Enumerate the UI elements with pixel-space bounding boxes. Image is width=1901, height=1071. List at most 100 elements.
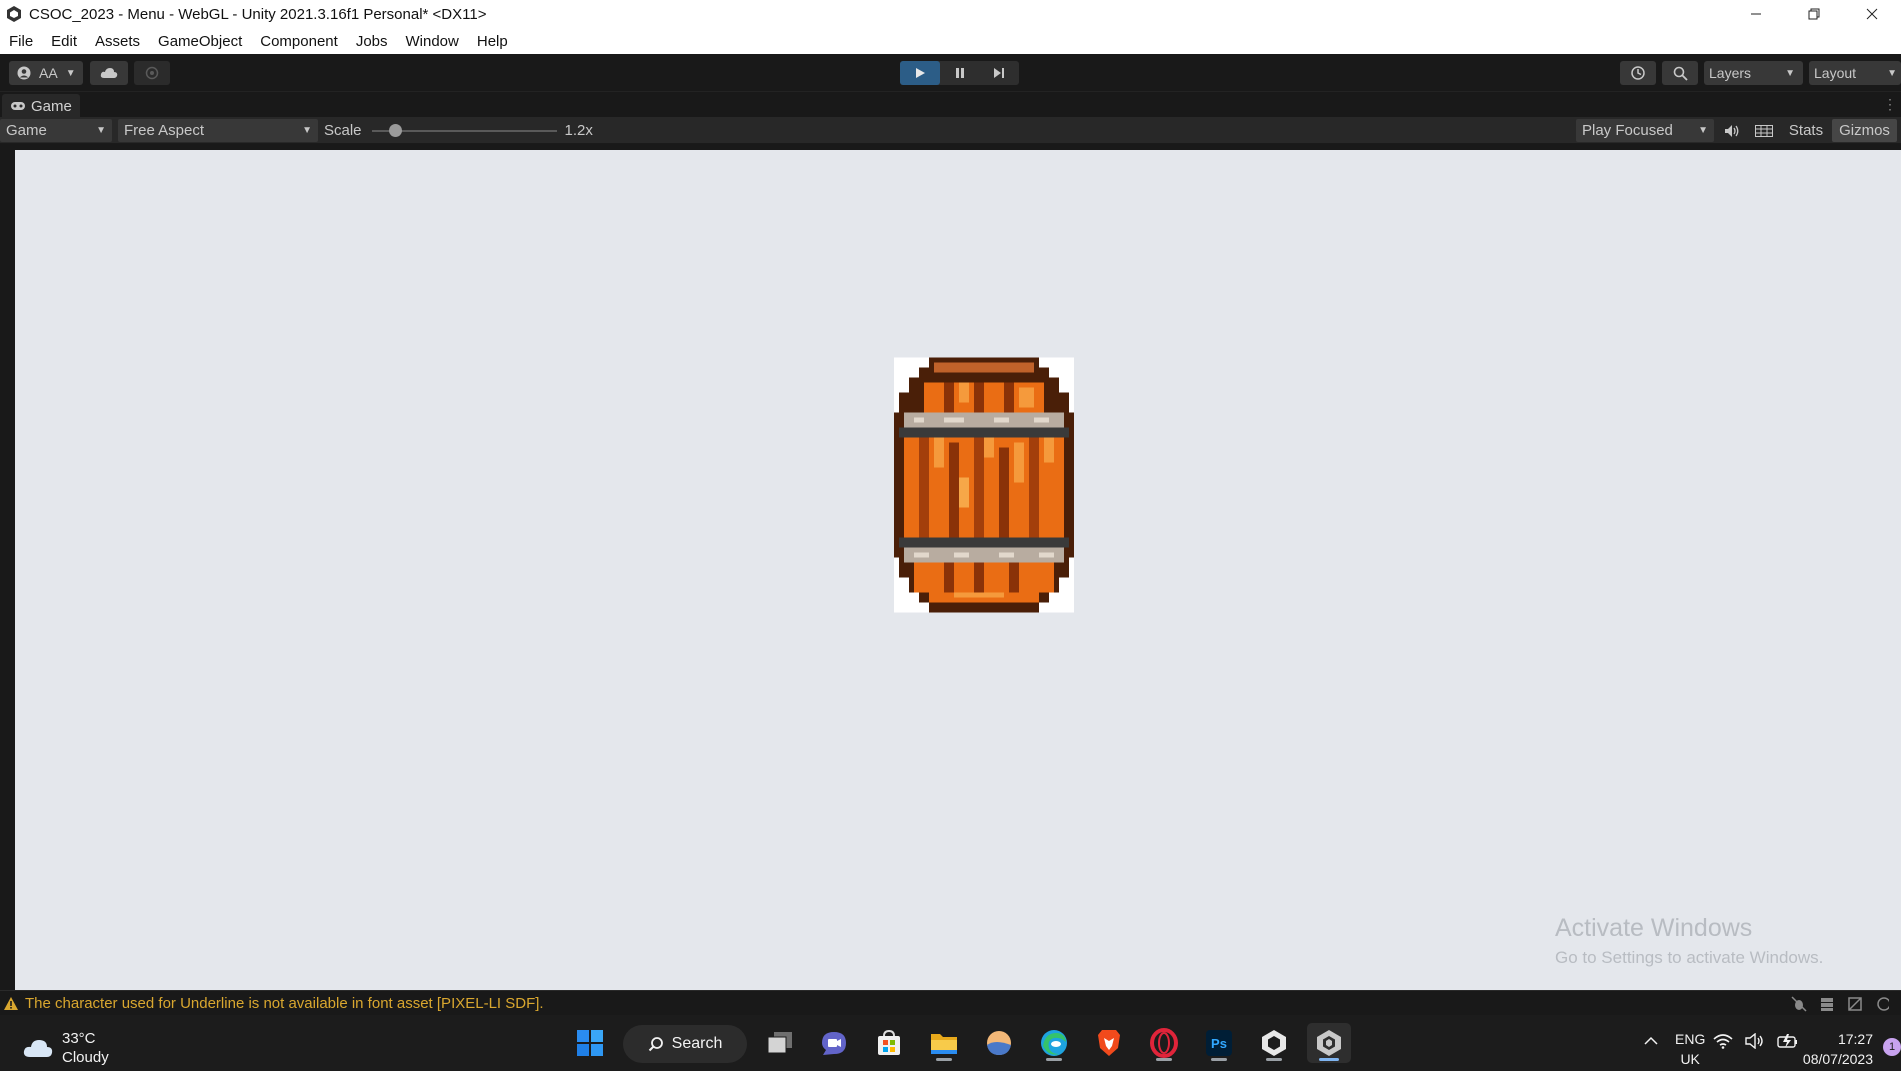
game-viewport[interactable]: Activate Windows Go to Settings to activ… [15, 150, 1901, 990]
game-view-toolbar: Game ▼ Free Aspect ▼ Scale 1.2x Play Foc… [0, 117, 1901, 144]
weather-widget[interactable]: 33°C Cloudy [22, 1029, 109, 1067]
volume-icon [1745, 1033, 1763, 1049]
tab-game[interactable]: Game [2, 94, 80, 118]
folder-icon [931, 1034, 957, 1054]
auto-generate-lighting-icon[interactable] [1847, 996, 1863, 1012]
search-button[interactable] [1662, 61, 1698, 85]
menu-window[interactable]: Window [397, 33, 468, 50]
scale-control: Scale 1.2x [324, 117, 593, 144]
language-region: UK [1680, 1051, 1700, 1067]
cloud-button[interactable] [90, 61, 128, 85]
cloud-weather-icon [23, 1040, 53, 1057]
chevron-down-icon: ▼ [1785, 67, 1795, 79]
account-dropdown[interactable]: AA ▼ [9, 61, 83, 85]
speaker-icon [1725, 124, 1739, 137]
collab-button[interactable] [134, 61, 170, 85]
cache-server-icon[interactable] [1819, 996, 1835, 1012]
chevron-up-icon[interactable] [1643, 1033, 1659, 1049]
opera-browser-button[interactable] [1142, 1023, 1186, 1063]
microsoft-store-button[interactable] [867, 1023, 911, 1063]
display-dropdown[interactable]: Game ▼ [0, 119, 112, 142]
kebab-menu-icon[interactable]: ⋮ [1883, 96, 1897, 113]
playmode-controls [900, 61, 1019, 85]
scale-slider-thumb[interactable] [388, 123, 402, 137]
teams-chat-button[interactable] [812, 1023, 856, 1063]
play-mode-dropdown[interactable]: Play Focused ▼ [1576, 119, 1714, 142]
unity-hub-button[interactable] [1252, 1023, 1296, 1063]
step-icon [994, 68, 1005, 78]
wifi-icon [1713, 1034, 1733, 1049]
running-indicator [936, 1058, 952, 1061]
watermark-title: Activate Windows [1555, 914, 1753, 942]
window-title-bar: CSOC_2023 - Menu - WebGL - Unity 2021.3.… [0, 0, 1901, 28]
aspect-dropdown[interactable]: Free Aspect ▼ [118, 119, 318, 142]
debug-icon[interactable] [1791, 995, 1807, 1012]
activate-windows-watermark: Activate Windows Go to Settings to activ… [1555, 914, 1823, 968]
menu-file[interactable]: File [0, 33, 42, 50]
close-button[interactable] [1843, 0, 1901, 28]
clock-time: 17:27 [1837, 1031, 1873, 1047]
menu-component[interactable]: Component [251, 33, 347, 50]
play-button[interactable] [900, 61, 940, 85]
svg-text:Ps: Ps [1211, 1036, 1227, 1051]
notification-badge[interactable]: 1 [1883, 1038, 1901, 1056]
menu-help[interactable]: Help [468, 33, 517, 50]
minimize-button[interactable] [1727, 0, 1785, 28]
menu-gameobject[interactable]: GameObject [149, 33, 251, 50]
scale-slider[interactable] [371, 123, 557, 137]
layout-dropdown[interactable]: Layout ▼ [1809, 61, 1901, 85]
photos-icon [987, 1031, 1011, 1055]
shortcuts-toggle[interactable] [1750, 119, 1778, 142]
windows-taskbar: 33°C Cloudy Search Ps ENG UK 17:27 08/07… [0, 1015, 1901, 1071]
gizmos-button[interactable]: Gizmos [1832, 119, 1897, 142]
photoshop-button[interactable]: Ps [1197, 1023, 1241, 1063]
history-icon [1631, 66, 1645, 80]
pause-button[interactable] [940, 61, 980, 85]
console-status-bar[interactable]: The character used for Underline is not … [0, 990, 1901, 1015]
running-indicator [1266, 1058, 1282, 1061]
menu-jobs[interactable]: Jobs [347, 33, 397, 50]
input-language[interactable]: ENG UK [1675, 1029, 1705, 1069]
play-icon [915, 68, 925, 78]
edge-browser-button[interactable] [1032, 1023, 1076, 1063]
quick-settings[interactable] [1713, 1033, 1799, 1049]
menu-edit[interactable]: Edit [42, 33, 86, 50]
taskbar-search[interactable]: Search [623, 1025, 747, 1063]
menu-assets[interactable]: Assets [86, 33, 149, 50]
layers-label: Layers [1709, 65, 1752, 81]
photos-button[interactable] [977, 1023, 1021, 1063]
account-icon [17, 66, 31, 80]
collab-icon [145, 66, 159, 80]
mute-audio-button[interactable] [1718, 119, 1746, 142]
opera-icon [1150, 1028, 1178, 1058]
file-explorer-button[interactable] [922, 1023, 966, 1063]
progress-icon[interactable] [1875, 996, 1889, 1012]
chevron-down-icon: ▼ [65, 67, 76, 79]
pause-icon [955, 68, 964, 78]
system-clock[interactable]: 17:27 08/07/2023 [1789, 1029, 1873, 1069]
step-button[interactable] [979, 61, 1019, 85]
brave-lion-icon [1098, 1030, 1120, 1056]
undo-history-button[interactable] [1620, 61, 1656, 85]
weather-description: Cloudy [62, 1049, 109, 1066]
unity-editor-button[interactable] [1307, 1023, 1351, 1063]
restore-button[interactable] [1785, 0, 1843, 28]
unity-logo-icon [7, 6, 21, 22]
store-icon [878, 1029, 900, 1055]
start-button[interactable] [568, 1023, 612, 1063]
language-code: ENG [1675, 1031, 1706, 1047]
unity-hub-icon [1262, 1030, 1286, 1056]
scale-value: 1.2x [564, 122, 593, 139]
brave-browser-button[interactable] [1087, 1023, 1131, 1063]
running-indicator [1319, 1058, 1339, 1061]
task-view-icon [767, 1032, 792, 1054]
layers-dropdown[interactable]: Layers ▼ [1704, 61, 1803, 85]
minimize-icon [1751, 13, 1761, 15]
chevron-down-icon: ▼ [1698, 125, 1708, 136]
task-view-button[interactable] [758, 1023, 802, 1063]
gamepad-icon [11, 102, 25, 110]
stats-button[interactable]: Stats [1782, 119, 1830, 142]
menu-bar: File Edit Assets GameObject Component Jo… [0, 28, 1901, 54]
close-icon [1866, 8, 1878, 20]
account-label: AA [39, 65, 58, 81]
